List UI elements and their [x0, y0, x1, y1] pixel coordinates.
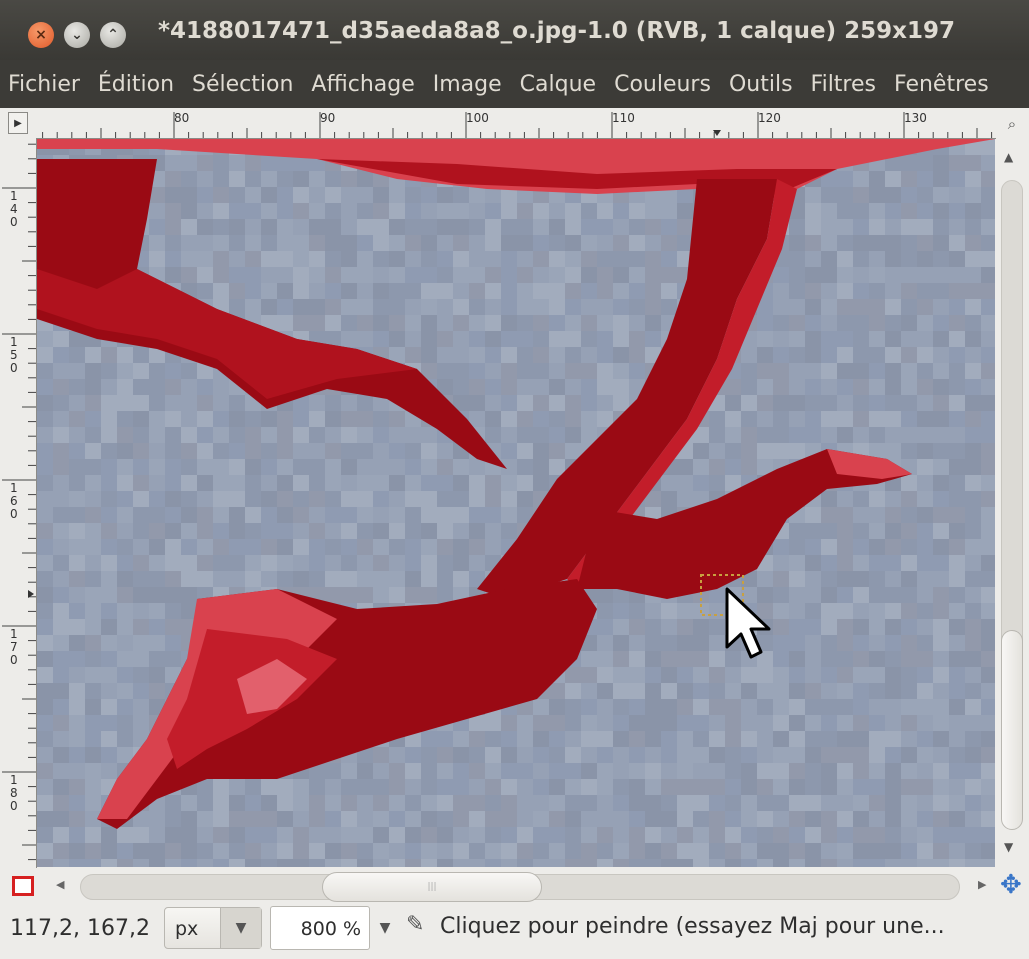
ruler-label-digit: 0 [10, 653, 18, 667]
brush-icon: ✎ [406, 912, 425, 937]
ruler-label: 120 [758, 111, 781, 125]
image-content [37, 139, 995, 867]
minimize-icon: ⌄ [71, 27, 83, 43]
ruler-label-digit: 1 [10, 773, 18, 787]
ruler-label-digit: 6 [10, 494, 18, 508]
ruler-label-digit: 5 [10, 348, 18, 362]
menu-fenetres[interactable]: Fenêtres [885, 72, 998, 97]
ruler-label: 100 [466, 111, 489, 125]
ruler-label-digit: 8 [10, 786, 18, 800]
image-canvas[interactable] [37, 139, 995, 867]
magnifier-icon: ⌕ [1007, 115, 1017, 133]
menu-couleurs[interactable]: Couleurs [605, 72, 720, 97]
ruler-label-digit: 1 [10, 627, 18, 641]
ruler-label-digit: 0 [10, 215, 18, 229]
ruler-label-digit: 0 [10, 361, 18, 375]
ruler-corner-button[interactable]: ▶ [8, 112, 28, 134]
ruler-label: 80 [174, 111, 189, 125]
pointer-coordinates: 117,2, 167,2 [10, 916, 150, 941]
close-window-button[interactable]: × [28, 22, 54, 48]
maximize-icon: ⌃ [107, 27, 119, 43]
menu-bar: Fichier Édition Sélection Affichage Imag… [0, 60, 1029, 108]
zoom-value: 800 % [300, 918, 361, 940]
menu-calque[interactable]: Calque [511, 72, 605, 97]
close-icon: × [35, 27, 47, 43]
window-title: *4188017471_d35aeda8a8_o.jpg-1.0 (RVB, 1… [158, 18, 955, 44]
zoom-field[interactable]: 800 % [270, 906, 370, 950]
title-bar: × ⌄ ⌃ *4188017471_d35aeda8a8_o.jpg-1.0 (… [0, 0, 1029, 60]
menu-selection[interactable]: Sélection [183, 72, 302, 97]
vertical-scrollbar[interactable]: ▲ ▼ [996, 140, 1029, 868]
ruler-label-digit: 1 [10, 189, 18, 203]
scroll-down-arrow-icon[interactable]: ▼ [1004, 840, 1013, 854]
minimize-window-button[interactable]: ⌄ [64, 22, 90, 48]
zoom-dropdown-icon[interactable]: ▼ [370, 906, 400, 950]
quick-mask-icon[interactable] [12, 876, 34, 896]
horizontal-ruler[interactable]: 80 90 100 110 120 130 [36, 110, 996, 139]
horizontal-scroll-thumb[interactable]: ||| [322, 872, 542, 902]
status-message: Cliquez pour peindre (essayez Maj pour u… [440, 914, 945, 939]
ruler-label-digit: 1 [10, 481, 18, 495]
chevron-down-icon[interactable]: ▼ [220, 908, 261, 948]
maximize-window-button[interactable]: ⌃ [100, 22, 126, 48]
scroll-right-arrow-icon[interactable]: ▶ [978, 878, 986, 891]
navigate-icon[interactable]: ✥ [1000, 872, 1022, 898]
triangle-right-icon: ▶ [14, 117, 22, 129]
ruler-label-digit: 1 [10, 335, 18, 349]
ruler-label-digit: 7 [10, 640, 18, 654]
menu-edition[interactable]: Édition [89, 72, 183, 97]
menu-affichage[interactable]: Affichage [302, 72, 423, 97]
vertical-scroll-thumb[interactable] [1001, 630, 1023, 830]
ruler-label-digit: 0 [10, 799, 18, 813]
menu-image[interactable]: Image [424, 72, 511, 97]
ruler-label: 110 [612, 111, 635, 125]
ruler-label: 90 [320, 111, 335, 125]
navigate-button[interactable]: ⌕ [1000, 112, 1024, 136]
scroll-left-arrow-icon[interactable]: ◀ [56, 878, 64, 891]
menu-filtres[interactable]: Filtres [802, 72, 885, 97]
ruler-label-digit: 4 [10, 202, 18, 216]
menu-fichier[interactable]: Fichier [0, 72, 89, 97]
grip-icon: ||| [427, 882, 437, 892]
menu-outils[interactable]: Outils [720, 72, 802, 97]
ruler-label-digit: 0 [10, 507, 18, 521]
unit-value: px [175, 918, 199, 940]
scroll-up-arrow-icon[interactable]: ▲ [1004, 150, 1013, 164]
ruler-label: 130 [904, 111, 927, 125]
vertical-ruler[interactable]: 140150160170180 [0, 138, 37, 868]
unit-selector[interactable]: px ▼ [164, 907, 262, 949]
